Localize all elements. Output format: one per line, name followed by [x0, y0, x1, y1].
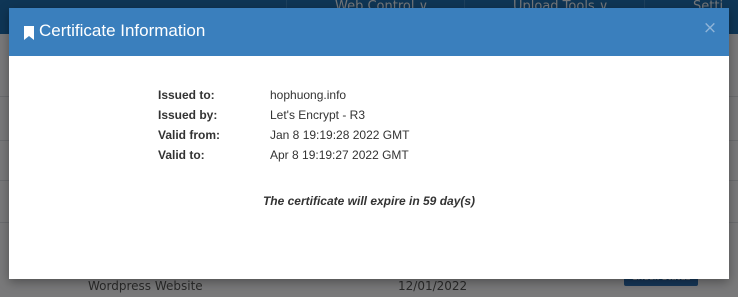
bookmark-icon: [24, 25, 34, 40]
expiry-note: The certificate will expire in 59 day(s): [262, 194, 476, 208]
modal-header: Certificate Information ×: [9, 8, 729, 56]
certificate-modal: Certificate Information × Issued to: hop…: [9, 8, 729, 279]
issued-to-label: Issued to:: [158, 88, 215, 102]
issued-by-value: Let's Encrypt - R3: [270, 108, 365, 122]
valid-from-value: Jan 8 19:19:28 2022 GMT: [270, 128, 410, 142]
valid-from-label: Valid from:: [158, 128, 221, 142]
close-icon[interactable]: ×: [702, 18, 718, 38]
valid-to-value: Apr 8 19:19:27 2022 GMT: [270, 148, 409, 162]
valid-to-label: Valid to:: [158, 148, 205, 162]
issued-to-value: hophuong.info: [270, 88, 347, 102]
modal-title: Certificate Information: [39, 21, 206, 40]
issued-by-label: Issued by:: [158, 108, 218, 122]
